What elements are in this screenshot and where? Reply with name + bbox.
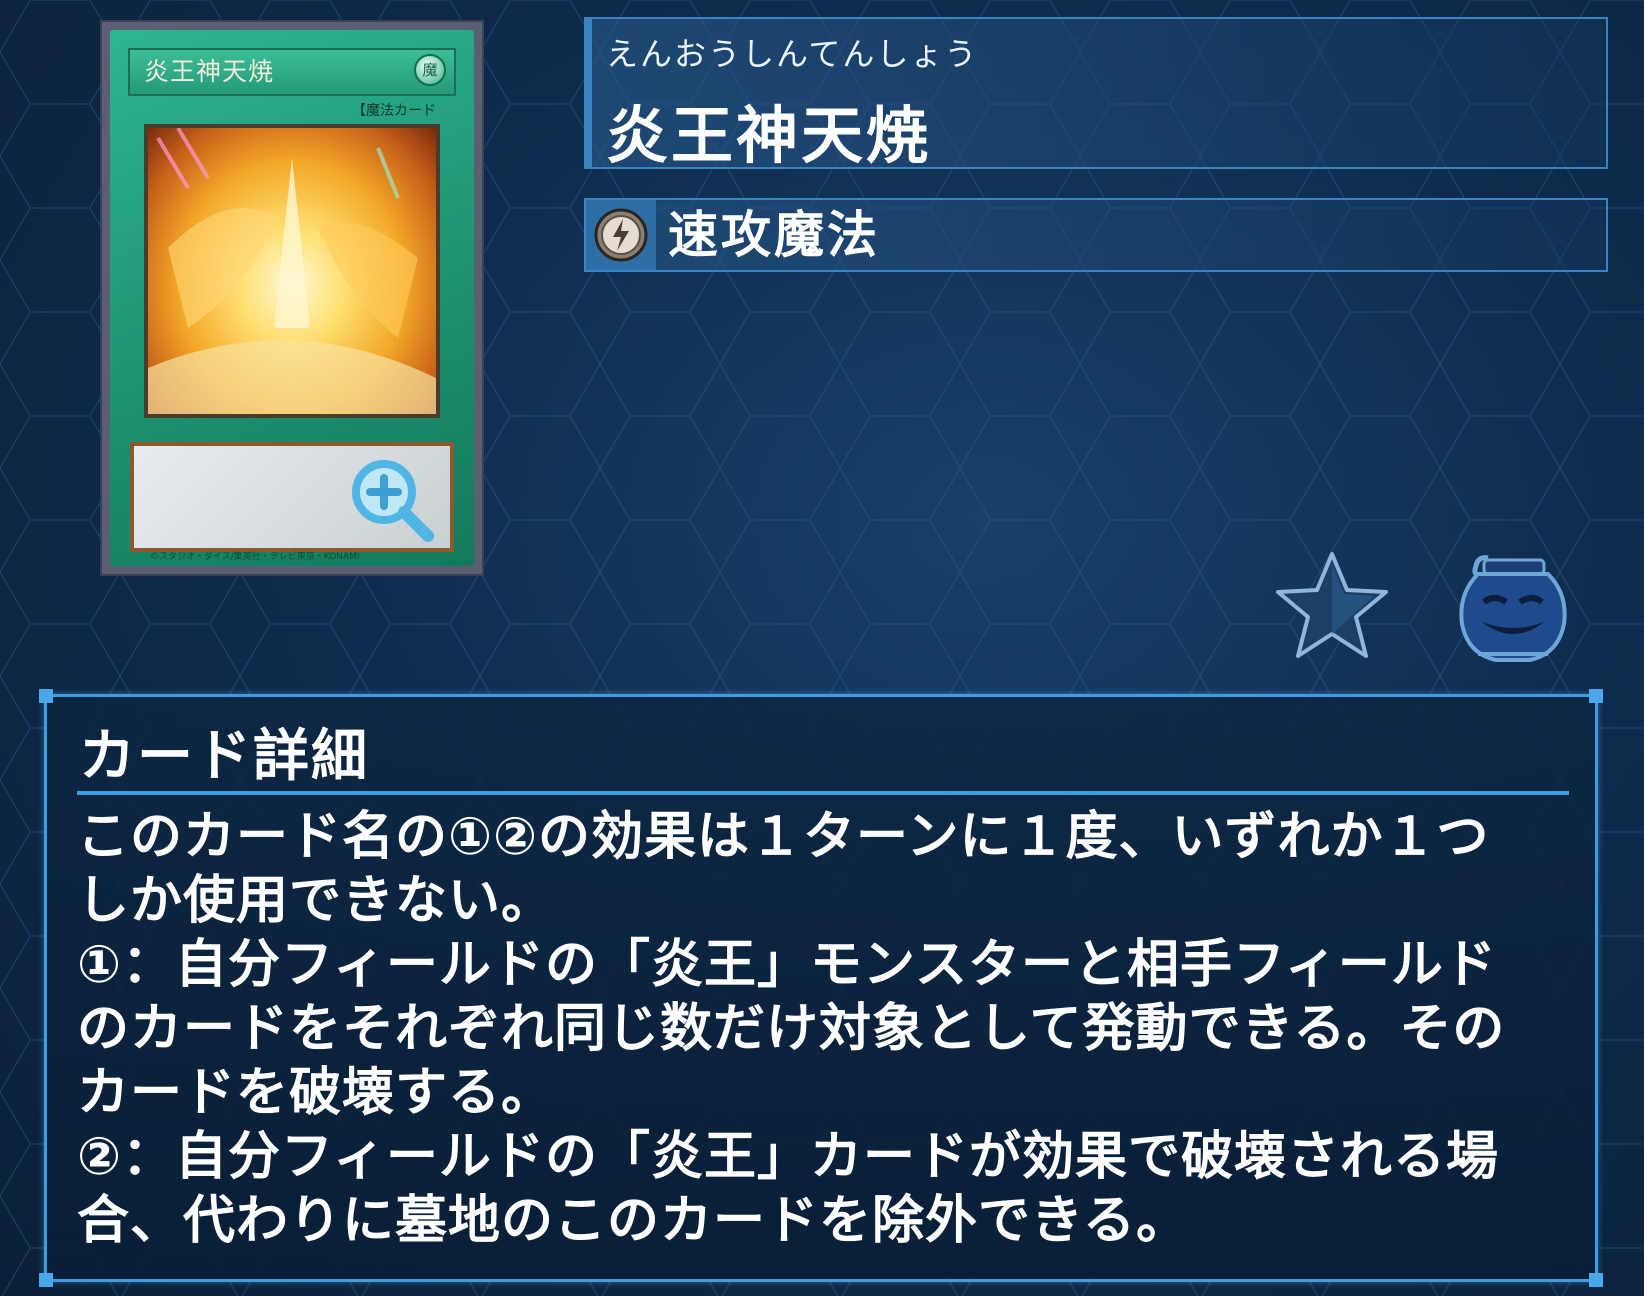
- card-furigana: えんおうしんてんしょう: [606, 35, 979, 73]
- quick-play-spell-icon: [586, 200, 656, 270]
- card-image[interactable]: 炎王神天焼 魔 【魔法カード ©スタジオ・ダイス/集英社・テレビ東京・KONAM…: [100, 20, 484, 576]
- detail-heading: カード詳細: [79, 724, 369, 789]
- card-detail-panel: カード詳細 このカード名の①②の効果は１ターンに１度、いずれか１つ しか使用でき…: [39, 689, 1603, 1287]
- card-type-label: 速攻魔法: [668, 206, 880, 264]
- card-copyright: ©スタジオ・ダイス/集英社・テレビ東京・KONAMI: [150, 552, 360, 562]
- card-face: 炎王神天焼 魔 【魔法カード ©スタジオ・ダイス/集英社・テレビ東京・KONAM…: [110, 30, 474, 566]
- panel-corner: [1589, 689, 1603, 703]
- card-artwork: [144, 124, 440, 418]
- panel-corner: [1589, 1273, 1603, 1287]
- card-art-type-line: 【魔法カード: [352, 103, 436, 119]
- panel-corner: [39, 689, 53, 703]
- panel-corner: [39, 1273, 53, 1287]
- detail-divider: [77, 791, 1569, 795]
- pot-of-greed-icon[interactable]: [1448, 554, 1578, 666]
- zoom-in-icon[interactable]: [346, 454, 438, 546]
- card-type-panel: 速攻魔法: [584, 198, 1608, 272]
- star-icon[interactable]: [1274, 550, 1390, 664]
- card-attribute-icon: 魔: [414, 54, 446, 86]
- card-name: 炎王神天焼: [606, 99, 932, 172]
- card-name-panel: えんおうしんてんしょう 炎王神天焼: [584, 17, 1608, 172]
- card-text-box: [130, 442, 454, 552]
- card-effect-text: このカード名の①②の効果は１ターンに１度、いずれか１つ しか使用できない。 ①：…: [77, 807, 1506, 1251]
